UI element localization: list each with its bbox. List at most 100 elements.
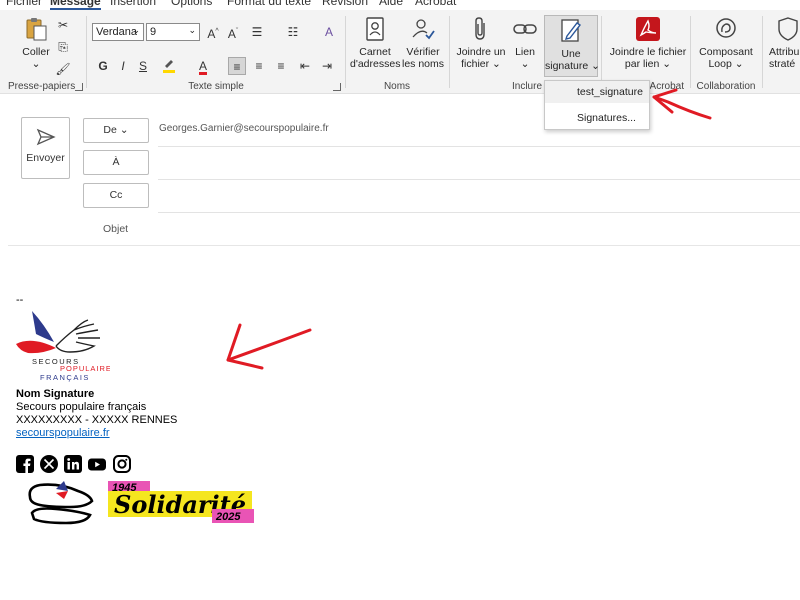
font-size-value: 9 xyxy=(150,26,157,38)
to-button[interactable]: À xyxy=(83,150,149,175)
format-painter-icon[interactable]: 🖌 xyxy=(54,60,72,78)
check-names-button[interactable]: Vérifier les noms xyxy=(400,16,446,70)
attach-file-label-2: fichier ⌄ xyxy=(461,58,501,70)
tab-insertion[interactable]: Insertion xyxy=(110,0,156,8)
dialog-launcher-icon[interactable] xyxy=(75,83,83,91)
tab-message[interactable]: Message xyxy=(50,0,101,10)
cut-icon[interactable]: ✂ xyxy=(54,16,72,34)
signature-icon xyxy=(561,19,582,42)
chevron-down-icon: ⌄ xyxy=(520,58,530,70)
from-address[interactable]: Georges.Garnier@secourspopulaire.fr xyxy=(159,123,329,134)
paste-button[interactable]: Coller ⌄ xyxy=(16,16,56,70)
paste-label: Coller xyxy=(22,46,50,58)
group-label-collaboration: Collaboration xyxy=(696,81,756,92)
banner-hands-outline xyxy=(28,483,94,525)
group-collaboration: Composant Loop ⌄ Collaboration xyxy=(691,10,761,94)
link-icon xyxy=(513,24,537,34)
bullets-icon[interactable]: ☰ xyxy=(248,23,266,41)
chevron-down-icon: ⌄ xyxy=(31,58,41,70)
chevron-down-icon: ⌄ xyxy=(119,124,129,136)
youtube-icon[interactable] xyxy=(88,455,106,473)
tab-fichier[interactable]: Fichier xyxy=(6,0,42,8)
align-left-icon[interactable]: ≡ xyxy=(228,57,246,75)
ribbon-separator xyxy=(86,16,87,88)
attach-link-label-1: Joindre le fichier xyxy=(609,46,687,58)
italic-button[interactable]: I xyxy=(114,57,132,75)
signature-menu-item-test[interactable]: test_signature xyxy=(545,81,649,103)
subject-label: Objet xyxy=(103,223,129,235)
underline-button[interactable]: S xyxy=(134,57,152,75)
logo-text-francais: FRANÇAIS xyxy=(40,373,90,382)
sensitivity-button[interactable]: Attribu straté xyxy=(769,16,800,70)
link-label: Lien xyxy=(515,46,535,58)
signature-menu-item-signatures[interactable]: Signatures... xyxy=(545,107,649,129)
check-names-icon xyxy=(412,19,435,40)
align-right-icon[interactable]: ≡ xyxy=(272,57,290,75)
loop-label-1: Composant xyxy=(699,46,753,58)
tab-options[interactable]: Options xyxy=(171,0,212,8)
signature-org: Secours populaire français xyxy=(16,401,147,413)
solidarite-banner: 1945 Solidarité 2025 xyxy=(28,481,254,525)
subject-field-underline[interactable] xyxy=(8,245,800,246)
highlight-icon[interactable] xyxy=(160,57,178,75)
sensitivity-label-2: straté xyxy=(769,58,796,70)
tab-revision[interactable]: Révision xyxy=(322,0,368,8)
ribbon: Coller ⌄ ✂ ⎘ 🖌 Presse-papiers Verdana ⌄ 9… xyxy=(0,10,800,94)
cc-field-underline[interactable] xyxy=(158,212,800,213)
group-sensitivity: Attribu straté xyxy=(763,10,800,94)
logo-wing-blue xyxy=(32,311,54,342)
to-field-underline[interactable] xyxy=(158,179,800,180)
numbering-icon[interactable]: ☷ xyxy=(284,23,302,41)
group-basic-text: Verdana ⌄ 9 ⌄ A^ Aˇ ☰ ☷ A G I S A ≡ ≡ ≡ ⇤ … xyxy=(88,10,344,94)
font-color-icon[interactable]: A xyxy=(194,57,212,75)
dialog-launcher-icon[interactable] xyxy=(333,83,341,91)
address-book-button[interactable]: Carnet d'adresses xyxy=(350,16,400,70)
cc-button[interactable]: Cc xyxy=(83,183,149,208)
adobe-pdf-icon xyxy=(636,17,660,41)
group-label-basic-text: Texte simple xyxy=(188,81,244,92)
signature-address: XXXXXXXXX - XXXXX RENNES xyxy=(16,414,178,426)
tab-format[interactable]: Format du texte xyxy=(227,0,311,8)
facebook-icon[interactable] xyxy=(16,455,34,473)
instagram-icon[interactable] xyxy=(113,455,131,473)
increase-indent-icon[interactable]: ⇥ xyxy=(318,57,336,75)
decrease-indent-icon[interactable]: ⇤ xyxy=(296,57,314,75)
from-button[interactable]: De ⌄ xyxy=(83,118,149,143)
from-divider xyxy=(158,146,800,147)
logo-text-populaire: POPULAIRE xyxy=(60,364,110,373)
attach-link-button[interactable]: Joindre le fichier par lien ⌄ xyxy=(606,16,690,70)
address-book-label-2: d'adresses xyxy=(350,58,401,70)
tab-acrobat[interactable]: Acrobat xyxy=(415,0,456,8)
grow-font-icon[interactable]: A^ xyxy=(204,23,222,41)
shrink-font-icon[interactable]: Aˇ xyxy=(224,23,242,41)
paste-icon xyxy=(26,18,47,41)
bold-button[interactable]: G xyxy=(94,57,112,75)
attach-link-label-2: par lien ⌄ xyxy=(624,58,672,70)
secours-populaire-logo: SECOURS POPULAIRE FRANÇAIS xyxy=(16,311,110,382)
tab-aide[interactable]: Aide xyxy=(379,0,403,8)
font-size-select[interactable]: 9 ⌄ xyxy=(146,23,200,41)
highlighter-icon xyxy=(163,60,175,73)
loop-component-button[interactable]: Composant Loop ⌄ xyxy=(695,16,757,70)
link-button[interactable]: Lien ⌄ xyxy=(508,16,542,70)
send-icon xyxy=(36,128,56,146)
font-name-select[interactable]: Verdana ⌄ xyxy=(92,23,144,41)
chevron-down-icon: ⌄ xyxy=(188,25,196,35)
address-book-label-1: Carnet xyxy=(359,46,391,58)
clear-formatting-icon[interactable]: A xyxy=(320,23,338,41)
send-button[interactable]: Envoyer xyxy=(21,117,70,179)
signature-button[interactable]: Une signature ⌄ xyxy=(544,15,600,77)
banner-year-end: 2025 xyxy=(215,511,241,523)
check-names-label-1: Vérifier xyxy=(406,46,440,58)
copy-icon[interactable]: ⎘ xyxy=(54,38,72,56)
x-icon[interactable] xyxy=(40,455,58,473)
signature-website-link[interactable]: secourspopulaire.fr xyxy=(16,427,110,439)
banner-bird-wing-red xyxy=(56,491,68,499)
attach-file-button[interactable]: Joindre un fichier ⌄ xyxy=(456,16,506,70)
sensitivity-label-1: Attribu xyxy=(769,46,800,58)
paperclip-icon xyxy=(475,17,485,40)
linkedin-icon[interactable] xyxy=(64,455,82,473)
align-center-icon[interactable]: ≡ xyxy=(250,57,268,75)
logo-wing-red xyxy=(16,340,56,354)
signature-dropdown: test_signature Signatures... xyxy=(544,80,650,130)
